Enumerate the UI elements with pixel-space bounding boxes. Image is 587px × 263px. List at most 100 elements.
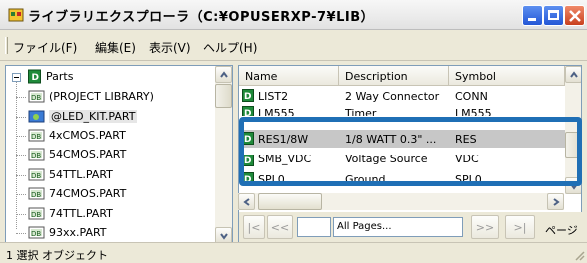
svg-text:DB: DB — [31, 152, 41, 160]
tree-item[interactable]: DB 54CMOS.PART — [6, 147, 221, 164]
part-icon: D — [242, 155, 254, 166]
cell-symbol: LM555 — [455, 107, 492, 116]
svg-text:DB: DB — [31, 94, 41, 102]
svg-text:DB: DB — [31, 211, 41, 219]
svg-text:DB: DB — [31, 172, 41, 180]
svg-text:D: D — [244, 92, 251, 102]
hscroll-thumb[interactable] — [258, 193, 322, 210]
tree-item[interactable]: DB 93xx.PART — [6, 225, 221, 242]
minimize-button[interactable] — [522, 5, 543, 26]
tree-item[interactable]: DB 74CMOS.PART — [6, 186, 221, 203]
tree-item-selected[interactable]: @LED_KIT.PART — [6, 109, 221, 126]
column-symbol-header[interactable]: Symbol — [449, 66, 565, 86]
cell-description: Timer — [345, 107, 377, 116]
tree-root[interactable]: D Parts — [10, 69, 210, 86]
tree-item-label: 74TTL.PART — [49, 207, 113, 220]
chevron-up-icon — [570, 71, 578, 78]
close-icon — [569, 10, 581, 22]
close-button[interactable] — [564, 5, 585, 26]
scroll-up-button[interactable] — [565, 66, 581, 83]
menu-edit[interactable]: 編集(E) — [95, 39, 136, 56]
scroll-right-button[interactable] — [547, 193, 564, 210]
svg-text:DB: DB — [31, 230, 41, 238]
menu-file[interactable]: ファイル(F) — [13, 39, 77, 56]
status-text: 1 選択 オブジェクト — [6, 249, 108, 262]
chevron-left-icon — [243, 198, 250, 206]
part-file-icon: DB — [28, 90, 45, 103]
chevron-down-icon — [570, 183, 578, 190]
cell-name: LM555 — [258, 107, 295, 116]
next-page-button[interactable]: >> — [471, 215, 499, 239]
collapse-icon[interactable] — [12, 73, 21, 82]
last-page-button[interactable]: >| — [505, 215, 535, 239]
prev-page-button[interactable]: << — [267, 215, 293, 239]
scroll-up-button[interactable] — [215, 66, 232, 83]
svg-text:D: D — [244, 156, 251, 166]
cell-symbol: CONN — [455, 90, 488, 103]
resize-grip-icon[interactable] — [573, 249, 585, 261]
tree-item[interactable]: DB (PROJECT LIBRARY) — [6, 89, 221, 106]
scroll-thumb[interactable] — [565, 132, 581, 158]
title-bar: ライブラリエクスプローラ（C:¥OPUSERXP-7¥LIB） — [0, 0, 587, 30]
list-hscrollbar[interactable] — [238, 193, 564, 210]
chevron-right-icon — [553, 198, 560, 206]
library-tree[interactable]: D Parts DB (PROJECT LIBRARY) @LED_KIT.PA… — [5, 65, 233, 245]
part-file-icon: DB — [28, 129, 45, 142]
page-label: ページ — [545, 224, 578, 237]
tree-scrollbar[interactable] — [215, 66, 232, 244]
cell-name: SPL0 — [258, 173, 285, 186]
cell-name: SMB_VDC — [258, 155, 312, 165]
status-bar: 1 選択 オブジェクト — [0, 242, 587, 263]
cell-description: Ground — [345, 173, 386, 186]
tree-item[interactable]: DB 4xCMOS.PART — [6, 128, 221, 145]
maximize-button[interactable] — [543, 5, 564, 26]
tree-item[interactable]: DB 54TTL.PART — [6, 167, 221, 184]
tree-item-label: 74CMOS.PART — [49, 187, 127, 200]
tree-item-label: 54CMOS.PART — [49, 148, 127, 161]
menu-grip — [5, 37, 8, 54]
scroll-down-button[interactable] — [565, 177, 581, 194]
first-page-button[interactable]: |< — [243, 215, 265, 239]
part-file-icon: DB — [28, 168, 45, 181]
cell-name: LIST2 — [258, 90, 289, 103]
tree-item[interactable]: DB 74TTL.PART — [6, 206, 221, 223]
scroll-thumb[interactable] — [215, 84, 232, 108]
cell-description: 2 Way Connector — [345, 90, 440, 103]
svg-text:D: D — [244, 135, 251, 145]
scroll-left-button[interactable] — [238, 193, 255, 210]
pages-selector[interactable]: All Pages... — [333, 217, 463, 237]
menu-view[interactable]: 表示(V) — [149, 39, 191, 56]
table-row[interactable]: D SMB_VDC Voltage Source VDC — [239, 155, 565, 167]
column-name-header[interactable]: Name — [239, 66, 339, 86]
part-file-icon: DB — [28, 207, 45, 220]
table-row[interactable]: D LM555 Timer LM555 — [239, 105, 565, 116]
table-row[interactable]: D LIST2 2 Way Connector CONN — [239, 88, 565, 104]
chevron-down-icon — [220, 233, 228, 240]
part-icon: D — [242, 89, 254, 102]
svg-text:D: D — [244, 109, 251, 116]
cell-name: RES1/8W — [258, 133, 309, 146]
tree-root-label: Parts — [46, 70, 74, 83]
list-header: Name Description Symbol — [239, 66, 581, 86]
column-description-header[interactable]: Description — [339, 66, 449, 86]
part-icon: D — [242, 132, 254, 145]
chevron-up-icon — [220, 71, 228, 78]
tree-item-label: (PROJECT LIBRARY) — [49, 90, 154, 103]
svg-text:D: D — [32, 73, 39, 83]
part-icon: D — [242, 106, 254, 116]
cell-symbol: VDC — [455, 155, 479, 165]
svg-text:DB: DB — [31, 191, 41, 199]
part-file-icon: DB — [28, 187, 45, 200]
part-icon: D — [242, 172, 254, 185]
cell-symbol: RES — [455, 133, 477, 146]
tree-item-label: @LED_KIT.PART — [49, 110, 138, 123]
tree-item-label: 4xCMOS.PART — [49, 129, 126, 142]
table-row-selected[interactable]: D RES1/8W 1/8 WATT 0.3" ... RES — [239, 130, 565, 148]
svg-text:D: D — [244, 175, 251, 185]
svg-text:DB: DB — [31, 133, 41, 141]
menu-help[interactable]: ヘルプ(H) — [203, 39, 257, 56]
page-number-input[interactable] — [297, 217, 331, 237]
table-row[interactable]: D SPL0 Ground SPL0 — [239, 171, 565, 187]
page-navigator: |< << All Pages... >> >| ページ — [239, 212, 582, 242]
list-scrollbar[interactable] — [565, 66, 581, 194]
